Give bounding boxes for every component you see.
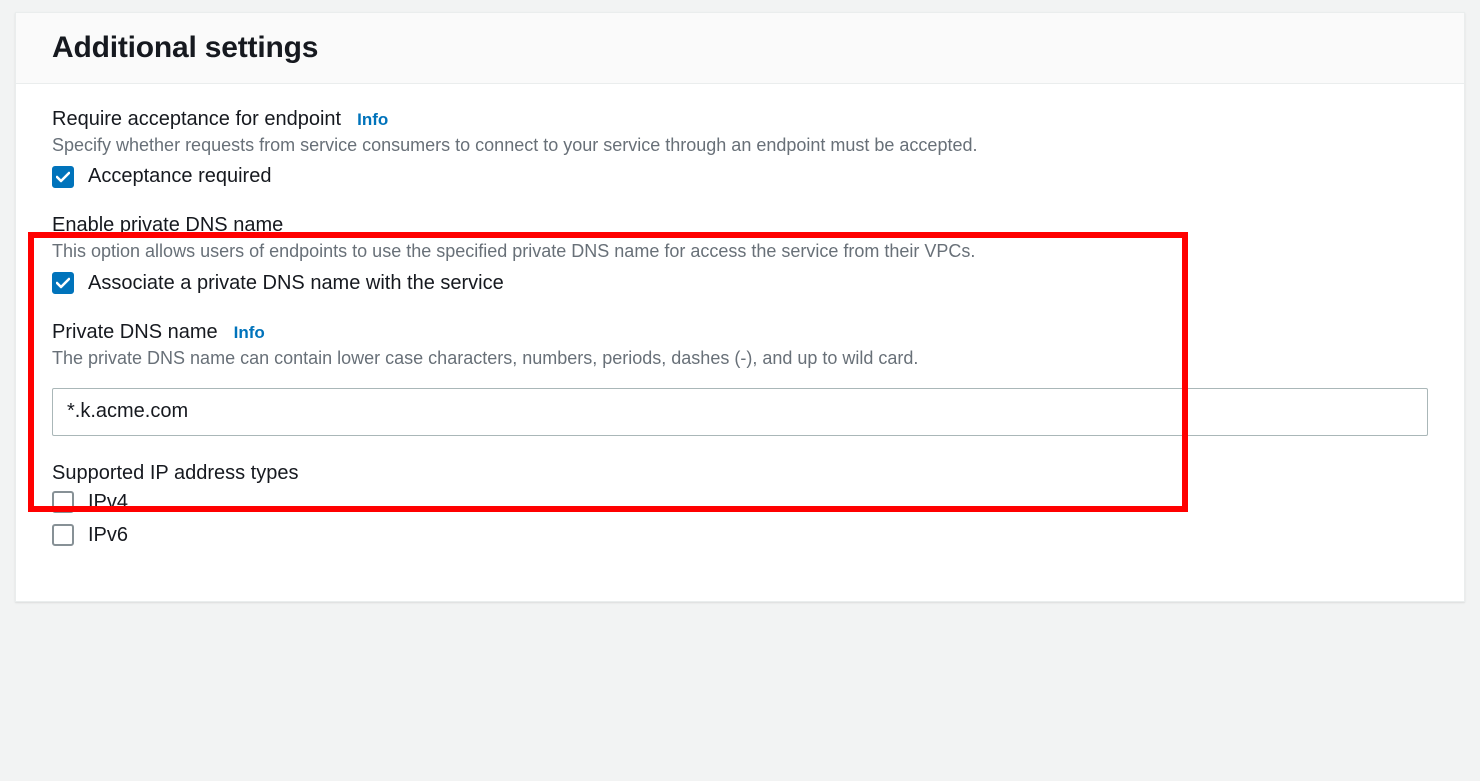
associate-private-dns-label: Associate a private DNS name with the se… (88, 272, 504, 295)
check-icon (56, 171, 70, 183)
require-acceptance-desc: Specify whether requests from service co… (52, 133, 1428, 157)
associate-private-dns-checkbox[interactable] (52, 272, 74, 294)
field-require-acceptance: Require acceptance for endpoint Info Spe… (52, 108, 1428, 188)
panel-header: Additional settings (16, 13, 1464, 84)
private-dns-name-label: Private DNS name (52, 321, 218, 344)
ip-types-label: Supported IP address types (52, 462, 298, 485)
enable-private-dns-desc: This option allows users of endpoints to… (52, 239, 1428, 263)
ipv4-checkbox[interactable] (52, 491, 74, 513)
field-private-dns-name: Private DNS name Info The private DNS na… (52, 321, 1428, 436)
acceptance-required-checkbox[interactable] (52, 166, 74, 188)
field-enable-private-dns: Enable private DNS name This option allo… (52, 214, 1428, 294)
field-ip-types: Supported IP address types IPv4 IPv6 (52, 462, 1428, 547)
ipv6-label: IPv6 (88, 524, 128, 547)
ipv6-checkbox[interactable] (52, 524, 74, 546)
enable-private-dns-label: Enable private DNS name (52, 214, 283, 237)
private-dns-name-desc: The private DNS name can contain lower c… (52, 346, 1428, 370)
private-dns-name-input[interactable] (52, 388, 1428, 436)
info-link-private-dns[interactable]: Info (234, 323, 265, 343)
panel-body: Require acceptance for endpoint Info Spe… (16, 84, 1464, 601)
require-acceptance-label: Require acceptance for endpoint (52, 108, 341, 131)
check-icon (56, 277, 70, 289)
info-link-acceptance[interactable]: Info (357, 110, 388, 130)
acceptance-required-label: Acceptance required (88, 165, 271, 188)
panel-title: Additional settings (52, 31, 1428, 65)
ipv4-label: IPv4 (88, 491, 128, 514)
additional-settings-panel: Additional settings Require acceptance f… (15, 12, 1465, 602)
